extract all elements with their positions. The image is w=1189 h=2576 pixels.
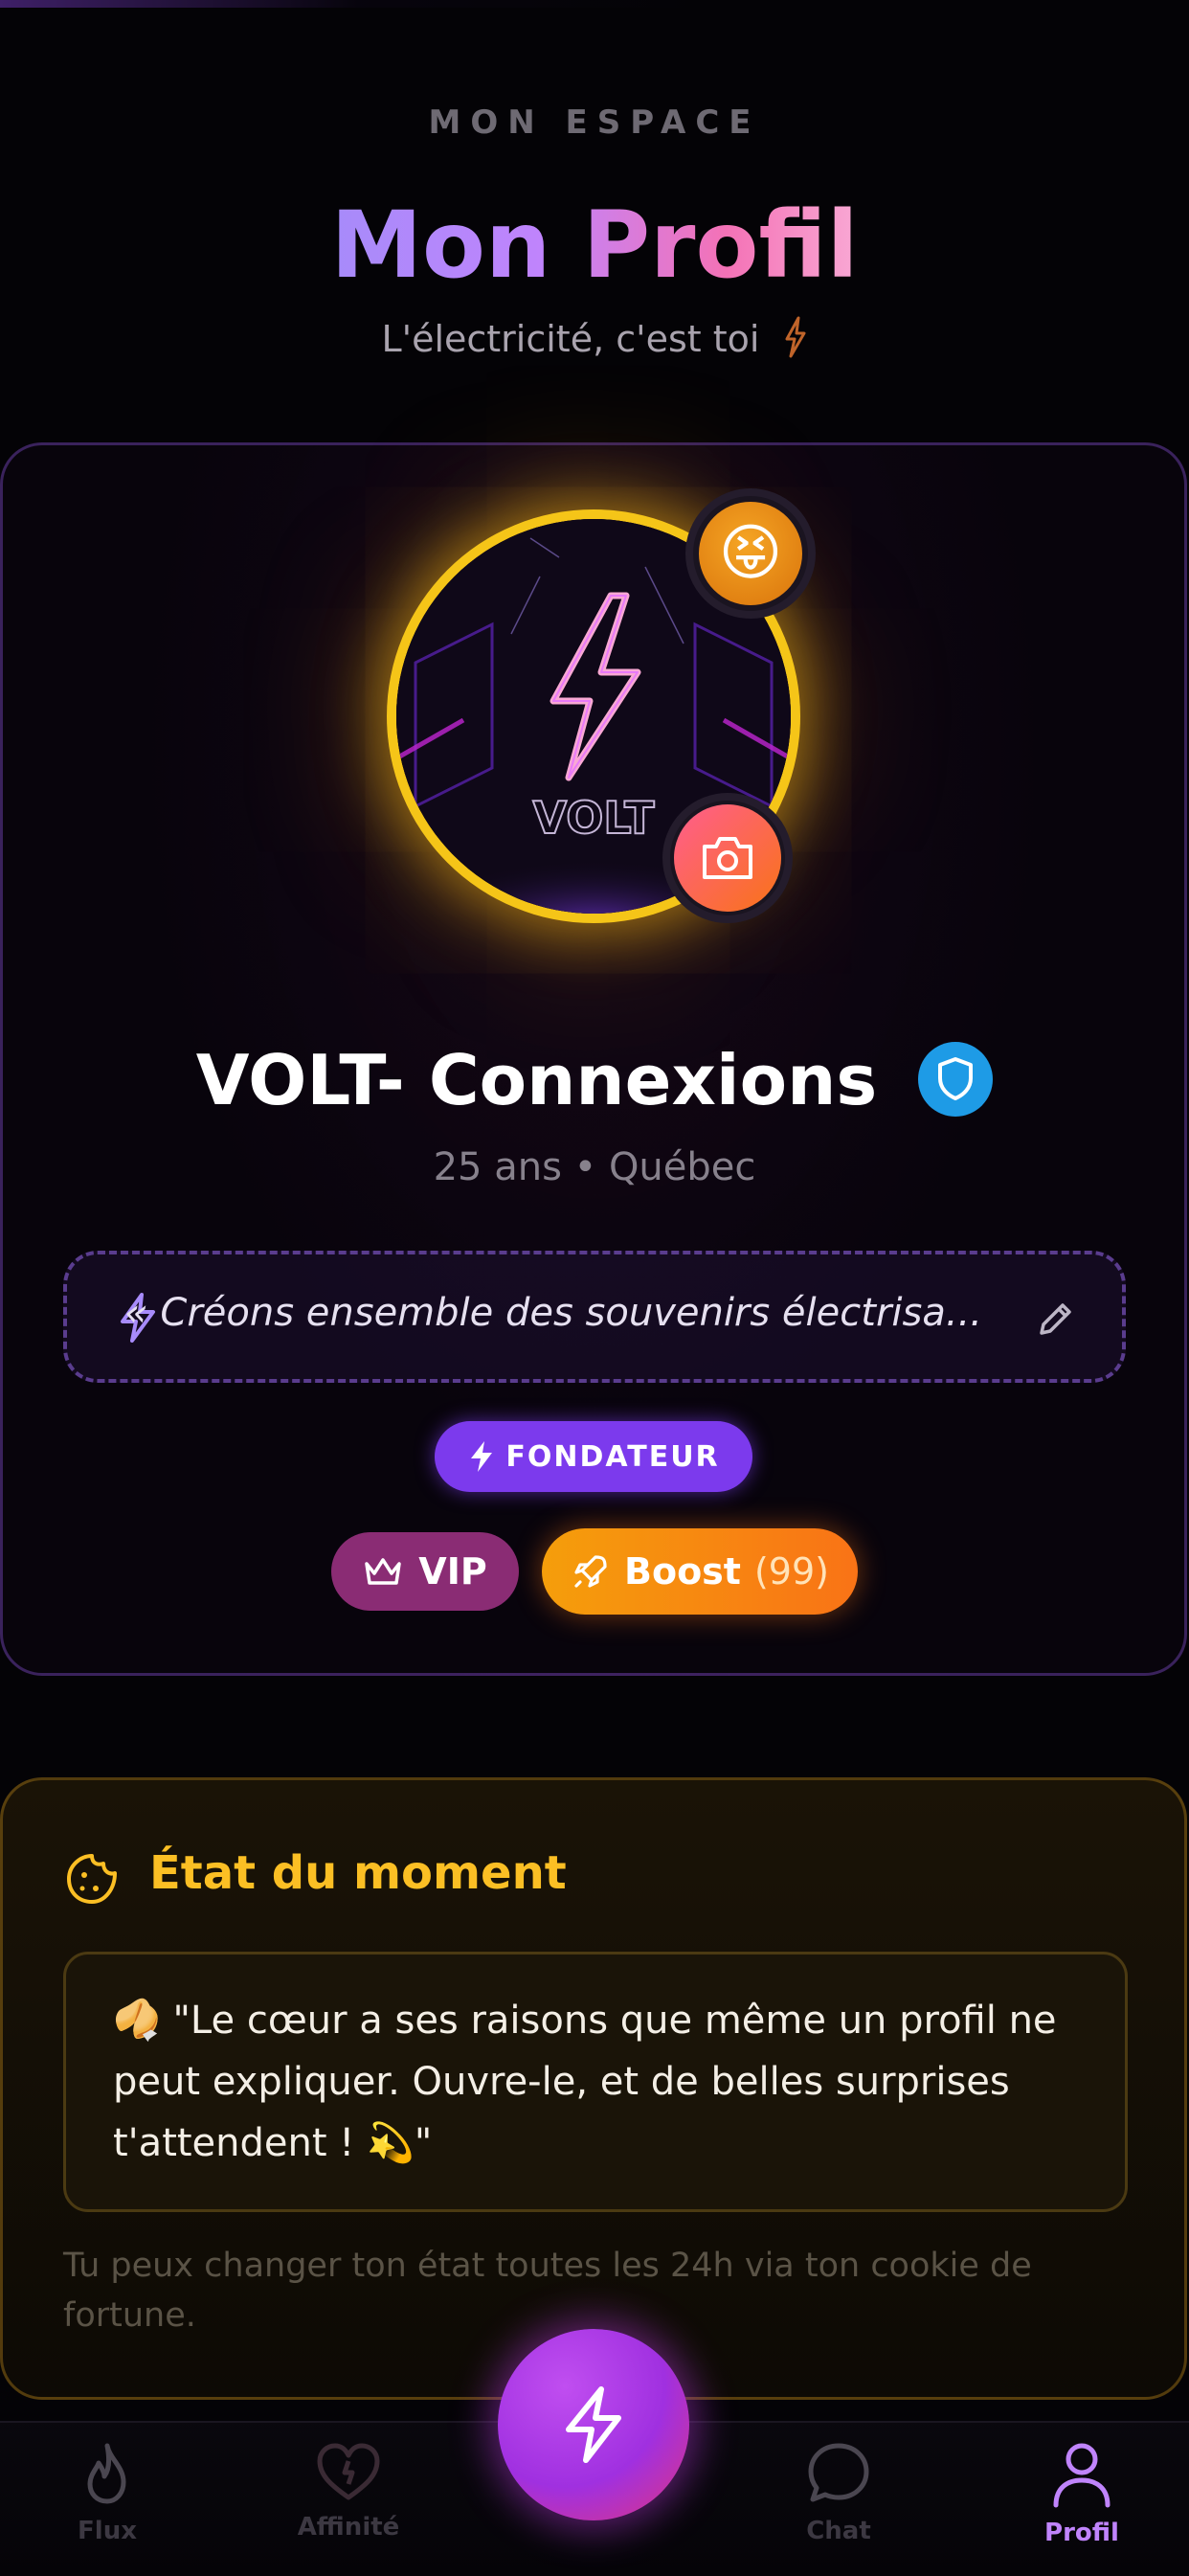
page-subtitle: L'électricité, c'est toi: [0, 316, 1189, 367]
bolt-icon: [566, 2386, 621, 2463]
founder-badge: FONDATEUR: [435, 1421, 752, 1492]
mood-hint: Tu peux changer ton état toutes les 24h …: [63, 2247, 1032, 2335]
profile-name-row: VOLT- Connexions: [0, 1040, 1189, 1122]
verified-shield-icon: [918, 1042, 994, 1118]
boost-count: (99): [753, 1550, 829, 1593]
rocket-icon: [574, 1555, 607, 1588]
bolt-fab-button[interactable]: [498, 2329, 689, 2520]
heart-icon: [317, 2443, 380, 2500]
flame-icon: [87, 2443, 126, 2504]
profile-name: VOLT- Connexions: [195, 1040, 878, 1120]
crown-icon: [365, 1558, 402, 1585]
nav-item-profil[interactable]: Profil: [986, 2440, 1178, 2547]
bolt-icon: [783, 316, 808, 367]
bolt-icon: [471, 1441, 493, 1472]
nav-item-affinite[interactable]: Affinité: [253, 2440, 444, 2542]
nav-item-flux[interactable]: Flux: [11, 2440, 203, 2545]
cookie-icon: [67, 1854, 117, 1904]
page-title: Mon Profil: [330, 192, 859, 299]
mood-title: État du moment: [149, 1846, 567, 1900]
nav-item-chat[interactable]: Chat: [743, 2440, 934, 2545]
bio-text: « Créons ensemble des souvenirs électris…: [124, 1291, 982, 1335]
vip-badge[interactable]: VIP: [331, 1532, 519, 1611]
mood-emoji: 😝: [699, 502, 802, 605]
mood-quote: 🥠 "Le cœur a ses raisons que même un pro…: [113, 1999, 1057, 2165]
top-glow: [0, 0, 1189, 8]
profile-meta: 25 ans • Québec: [433, 1145, 756, 1189]
edit-pencil-icon[interactable]: [1034, 1299, 1076, 1341]
user-icon: [1053, 2443, 1110, 2508]
change-photo-button[interactable]: [662, 793, 793, 923]
eyebrow-label: MON ESPACE: [428, 103, 761, 142]
camera-icon: [703, 837, 752, 879]
boost-button[interactable]: Boost (99): [542, 1528, 858, 1615]
chat-icon: [808, 2443, 869, 2502]
avatar-logo-text: VOLT: [533, 792, 656, 844]
mood-emoji-badge[interactable]: 😝: [685, 488, 816, 619]
